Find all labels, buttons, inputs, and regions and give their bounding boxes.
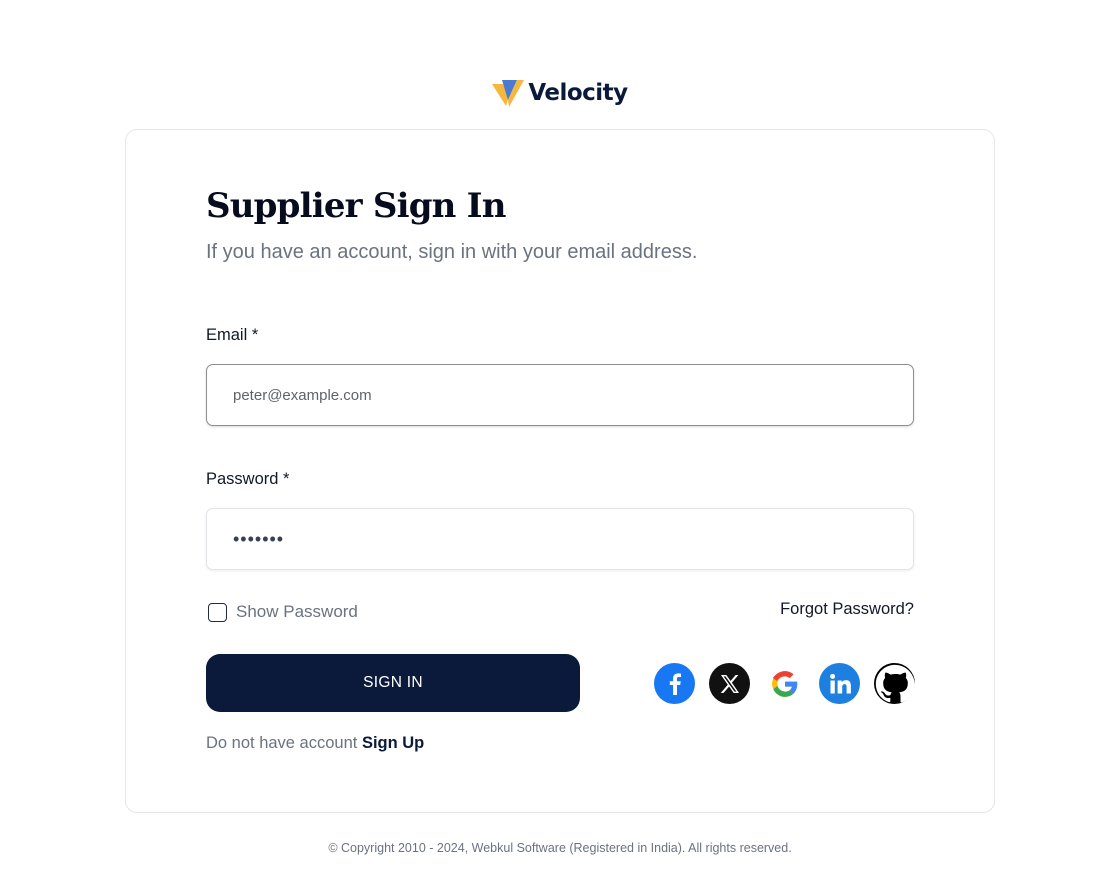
social-login-group [654,663,915,704]
x-icon [720,674,739,693]
show-password-checkbox[interactable] [208,602,227,622]
page-subtitle: If you have an account, sign in with you… [206,241,698,263]
facebook-login-button[interactable] [654,663,695,704]
signup-row: Do not have account Sign Up [206,734,424,753]
page-title: Supplier Sign In [206,186,506,226]
facebook-icon [669,672,681,695]
email-label: Email * [206,326,259,344]
sign-up-link[interactable]: Sign Up [362,734,424,752]
github-login-button[interactable] [874,663,915,704]
page: Velocity Supplier Sign In If you have an… [0,0,1120,880]
velocity-logo-icon [492,80,525,107]
signin-card: Supplier Sign In If you have an account,… [125,129,995,813]
password-label: Password * [206,470,290,488]
brand-name: Velocity [528,80,628,106]
google-login-button[interactable] [764,663,805,704]
linkedin-login-button[interactable] [819,663,860,704]
show-password-label: Show Password [236,602,358,621]
github-icon [875,664,915,703]
brand-logo[interactable]: Velocity [0,78,1120,108]
footer-copyright: © Copyright 2010 - 2024, Webkul Software… [328,841,792,855]
sign-in-button[interactable]: SIGN IN [206,654,580,712]
email-field[interactable] [206,364,914,426]
linkedin-icon [829,673,851,693]
google-icon [771,670,797,697]
show-password-toggle[interactable]: Show Password [208,602,358,622]
x-login-button[interactable] [709,663,750,704]
signup-prompt: Do not have account [206,734,362,752]
forgot-password-link[interactable]: Forgot Password? [780,600,914,619]
password-field[interactable] [206,508,914,570]
